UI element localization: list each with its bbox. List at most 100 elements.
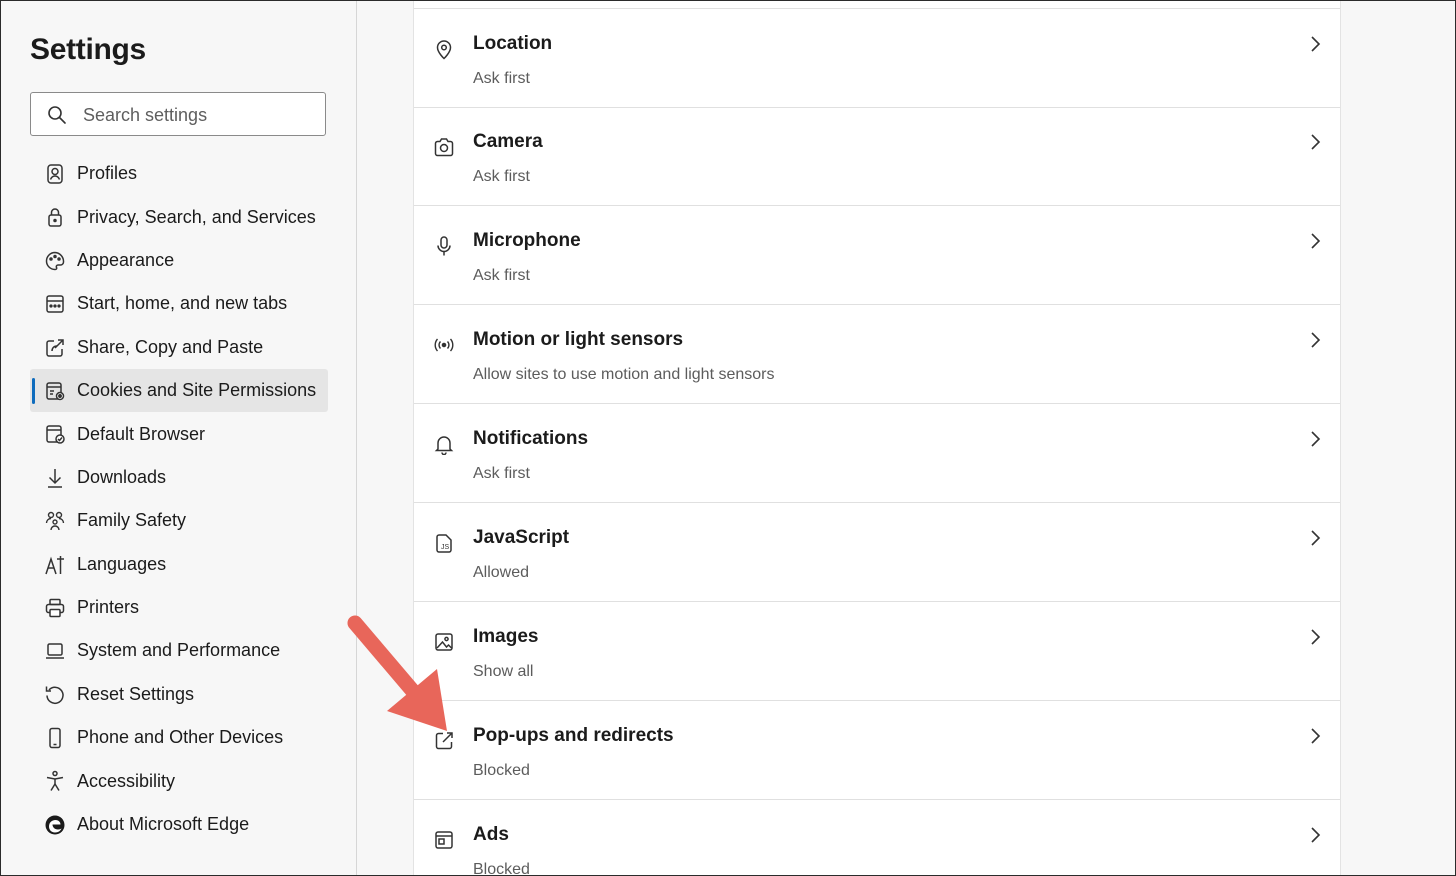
permission-status: Ask first bbox=[473, 70, 530, 87]
chevron-right-icon bbox=[1308, 133, 1322, 151]
sidebar-item-label: Share, Copy and Paste bbox=[77, 336, 264, 357]
phone-icon bbox=[44, 727, 66, 749]
permission-title: Ads bbox=[473, 824, 509, 845]
search-input[interactable] bbox=[81, 93, 315, 137]
palette-icon bbox=[44, 250, 66, 272]
sidebar-item-printers[interactable]: Printers bbox=[30, 586, 328, 629]
sidebar-item-label: Privacy, Search, and Services bbox=[77, 206, 316, 227]
microphone-icon bbox=[433, 235, 455, 257]
share-icon bbox=[44, 337, 66, 359]
permission-row-camera[interactable]: Camera Ask first bbox=[414, 107, 1340, 206]
search-icon bbox=[47, 105, 67, 125]
profile-icon bbox=[44, 163, 66, 185]
sidebar-item-label: Family Safety bbox=[77, 510, 187, 531]
sidebar-item-phone[interactable]: Phone and Other Devices bbox=[30, 716, 328, 759]
permission-status: Ask first bbox=[473, 168, 530, 185]
svg-text:JS: JS bbox=[441, 544, 450, 551]
sidebar-item-cookies[interactable]: Cookies and Site Permissions bbox=[30, 368, 328, 413]
page-title: Settings bbox=[30, 33, 146, 66]
sidebar-item-downloads[interactable]: Downloads bbox=[30, 456, 328, 499]
permission-row-javascript[interactable]: JS JavaScript Allowed bbox=[414, 503, 1340, 602]
chevron-right-icon bbox=[1308, 430, 1322, 448]
sidebar-item-label: About Microsoft Edge bbox=[77, 814, 250, 835]
ads-icon bbox=[433, 829, 455, 851]
site-permissions-card: Location Ask first Camera Ask first Micr… bbox=[413, 1, 1341, 876]
sidebar: Settings Profiles Privacy, Search, and S… bbox=[1, 1, 357, 875]
printer-icon bbox=[44, 597, 66, 619]
sidebar-item-label: Start, home, and new tabs bbox=[77, 293, 288, 314]
sidebar-item-about[interactable]: About Microsoft Edge bbox=[30, 803, 328, 846]
sidebar-item-reset[interactable]: Reset Settings bbox=[30, 673, 328, 716]
sidebar-item-privacy[interactable]: Privacy, Search, and Services bbox=[30, 195, 328, 238]
permission-title: Notifications bbox=[473, 428, 589, 449]
chevron-right-icon bbox=[1308, 628, 1322, 646]
permission-title: Motion or light sensors bbox=[473, 329, 684, 350]
cookies-permissions-icon bbox=[44, 380, 66, 402]
permission-row-location[interactable]: Location Ask first bbox=[414, 8, 1340, 108]
lock-icon bbox=[44, 206, 66, 228]
permission-row-motion-sensors[interactable]: Motion or light sensors Allow sites to u… bbox=[414, 305, 1340, 404]
sensor-icon bbox=[433, 334, 455, 356]
permission-status: Ask first bbox=[473, 267, 530, 284]
sidebar-item-appearance[interactable]: Appearance bbox=[30, 239, 328, 282]
permission-status: Allowed bbox=[473, 564, 530, 581]
sidebar-item-label: Cookies and Site Permissions bbox=[77, 380, 317, 401]
settings-window: Settings Profiles Privacy, Search, and S… bbox=[0, 0, 1456, 876]
permission-row-ads[interactable]: Ads Blocked bbox=[414, 800, 1340, 876]
sidebar-item-label: Downloads bbox=[77, 466, 167, 487]
permission-row-microphone[interactable]: Microphone Ask first bbox=[414, 206, 1340, 305]
javascript-icon: JS bbox=[433, 532, 455, 554]
permission-row-images[interactable]: Images Show all bbox=[414, 602, 1340, 701]
bell-icon bbox=[433, 433, 455, 455]
sidebar-item-label: Profiles bbox=[77, 163, 138, 184]
sidebar-item-accessibility[interactable]: Accessibility bbox=[30, 759, 328, 802]
sidebar-item-label: Printers bbox=[77, 597, 140, 618]
location-icon bbox=[433, 38, 455, 60]
chevron-right-icon bbox=[1308, 35, 1322, 53]
permission-status: Show all bbox=[473, 663, 534, 680]
sidebar-item-default-browser[interactable]: Default Browser bbox=[30, 412, 328, 455]
sidebar-item-label: Reset Settings bbox=[77, 683, 195, 704]
reset-icon bbox=[44, 684, 66, 706]
permission-status: Ask first bbox=[473, 465, 530, 482]
sidebar-item-share[interactable]: Share, Copy and Paste bbox=[30, 326, 328, 369]
permission-title: Microphone bbox=[473, 230, 581, 251]
search-box[interactable] bbox=[30, 92, 326, 137]
sidebar-nav: Profiles Privacy, Search, and Services A… bbox=[30, 152, 328, 846]
chevron-right-icon bbox=[1308, 331, 1322, 349]
sidebar-item-family-safety[interactable]: Family Safety bbox=[30, 499, 328, 542]
permission-title: Pop-ups and redirects bbox=[473, 725, 674, 746]
download-icon bbox=[44, 467, 66, 489]
sidebar-item-label: Appearance bbox=[77, 249, 175, 270]
chevron-right-icon bbox=[1308, 826, 1322, 844]
permission-status: Allow sites to use motion and light sens… bbox=[473, 366, 775, 383]
chevron-right-icon bbox=[1308, 529, 1322, 547]
accessibility-icon bbox=[44, 770, 66, 792]
sidebar-item-system[interactable]: System and Performance bbox=[30, 629, 328, 672]
sidebar-item-label: Accessibility bbox=[77, 770, 176, 791]
permission-title: JavaScript bbox=[473, 527, 570, 548]
home-tabs-icon bbox=[44, 293, 66, 315]
main-content: Location Ask first Camera Ask first Micr… bbox=[357, 1, 1455, 875]
sidebar-item-profiles[interactable]: Profiles bbox=[30, 152, 328, 195]
sidebar-item-label: Phone and Other Devices bbox=[77, 727, 284, 748]
family-icon bbox=[44, 510, 66, 532]
sidebar-item-label: Languages bbox=[77, 553, 167, 574]
permission-row-popups[interactable]: Pop-ups and redirects Blocked bbox=[414, 701, 1340, 800]
laptop-icon bbox=[44, 640, 66, 662]
sidebar-item-start-home[interactable]: Start, home, and new tabs bbox=[30, 282, 328, 325]
permission-status: Blocked bbox=[473, 762, 530, 779]
edge-logo-icon bbox=[44, 814, 66, 836]
permission-status: Blocked bbox=[473, 861, 530, 876]
permission-row-notifications[interactable]: Notifications Ask first bbox=[414, 404, 1340, 503]
sidebar-item-languages[interactable]: Languages bbox=[30, 543, 328, 586]
chevron-right-icon bbox=[1308, 232, 1322, 250]
permission-title: Images bbox=[473, 626, 539, 647]
permission-title: Camera bbox=[473, 131, 543, 152]
camera-icon bbox=[433, 136, 455, 158]
permission-title: Location bbox=[473, 33, 553, 54]
sidebar-item-label: Default Browser bbox=[77, 423, 206, 444]
default-browser-icon bbox=[44, 423, 66, 445]
annotation-arrow-icon bbox=[341, 611, 461, 741]
sidebar-item-label: System and Performance bbox=[77, 640, 281, 661]
